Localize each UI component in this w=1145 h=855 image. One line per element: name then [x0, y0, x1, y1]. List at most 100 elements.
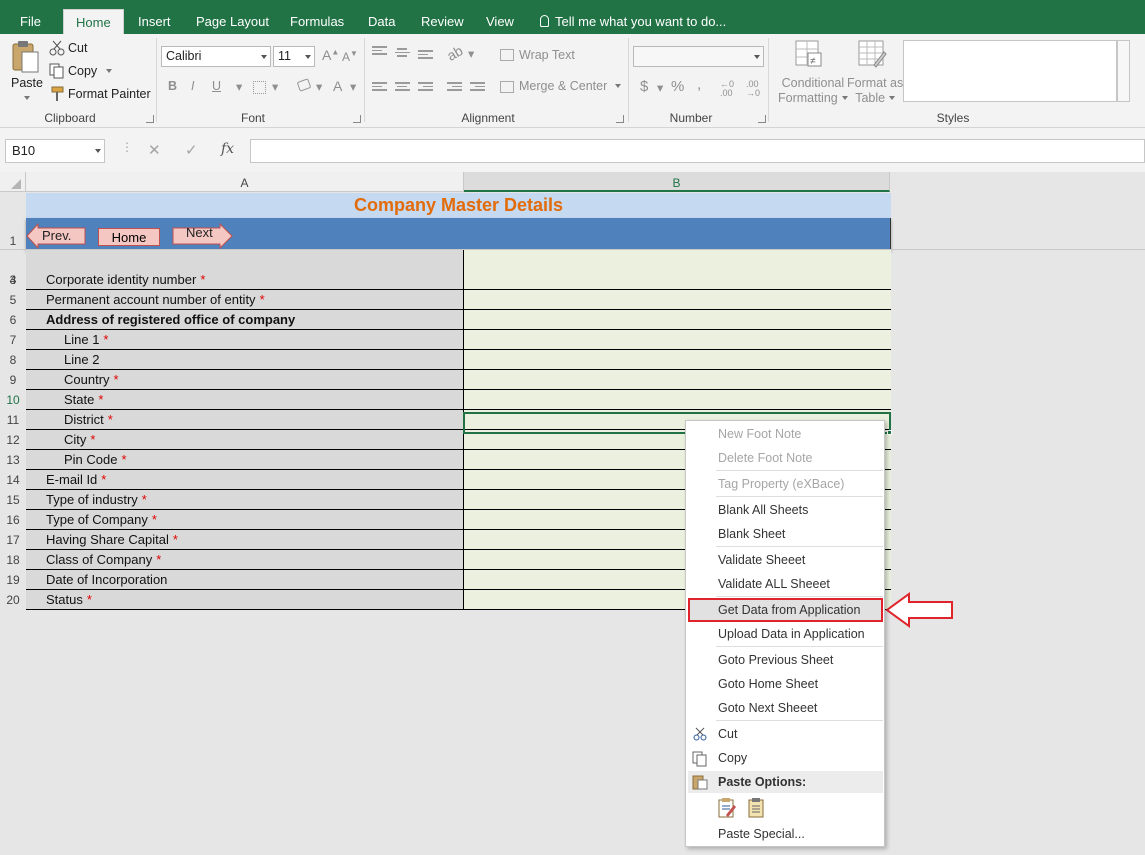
- cut-button[interactable]: Cut: [68, 41, 87, 55]
- percent-button[interactable]: %: [671, 78, 684, 95]
- menu-blank-sheet[interactable]: Blank Sheet: [686, 523, 884, 545]
- menu-cut[interactable]: Cut: [686, 723, 884, 745]
- prev-button[interactable]: Prev.: [42, 228, 71, 243]
- menu-delete-foot-note[interactable]: Delete Foot Note: [686, 447, 884, 469]
- row-header[interactable]: 14: [0, 473, 26, 487]
- number-launcher-icon[interactable]: [758, 115, 766, 123]
- styles-gallery-scroll[interactable]: [1117, 40, 1130, 102]
- align-left-icon[interactable]: [372, 82, 387, 94]
- borders-dropdown-icon[interactable]: ▾: [272, 79, 278, 94]
- tab-data[interactable]: Data: [368, 14, 395, 29]
- row-header[interactable]: 1: [0, 234, 26, 248]
- menu-validate-sheet[interactable]: Validate Sheeet: [686, 549, 884, 571]
- home-button[interactable]: Home: [98, 228, 160, 246]
- decrease-indent-icon[interactable]: [447, 82, 462, 94]
- paste-icon[interactable]: [10, 40, 40, 74]
- row-header[interactable]: 15: [0, 493, 26, 507]
- number-format-combo[interactable]: [633, 46, 764, 67]
- tab-view[interactable]: View: [486, 14, 514, 29]
- field-value-cell[interactable]: [464, 310, 891, 330]
- name-box[interactable]: B10: [5, 139, 105, 163]
- field-label-cell[interactable]: Address of registered office of company: [26, 310, 464, 330]
- font-name-combo[interactable]: Calibri: [161, 46, 271, 67]
- select-all-corner[interactable]: [0, 172, 26, 192]
- field-label-cell[interactable]: Having Share Capital *: [26, 530, 464, 550]
- field-label-cell[interactable]: Corporate identity number *: [26, 270, 464, 290]
- tell-me-box[interactable]: Tell me what you want to do...: [540, 14, 726, 29]
- field-label-cell[interactable]: Line 2: [26, 350, 464, 370]
- field-label-cell[interactable]: E-mail Id *: [26, 470, 464, 490]
- align-right-icon[interactable]: [418, 82, 433, 94]
- row-header[interactable]: 16: [0, 513, 26, 527]
- clipboard-launcher-icon[interactable]: [146, 115, 154, 123]
- field-label-cell[interactable]: City *: [26, 430, 464, 450]
- menu-validate-all-sheet[interactable]: Validate ALL Sheeet: [686, 573, 884, 595]
- bold-button[interactable]: B: [168, 79, 177, 93]
- tab-insert[interactable]: Insert: [138, 14, 171, 29]
- conditional-formatting-button[interactable]: Conditional Formatting: [778, 76, 848, 106]
- increase-decimal-icon[interactable]: ←0.00: [720, 80, 734, 98]
- alignment-launcher-icon[interactable]: [616, 115, 624, 123]
- borders-icon[interactable]: [253, 81, 266, 94]
- menu-goto-home-sheet[interactable]: Goto Home Sheet: [686, 673, 884, 695]
- menu-get-data-from-application[interactable]: Get Data from Application: [686, 599, 884, 621]
- currency-dropdown-icon[interactable]: ▾: [657, 80, 663, 95]
- row-header[interactable]: 17: [0, 533, 26, 547]
- insert-function-icon[interactable]: fx: [221, 141, 234, 157]
- orientation-dropdown-icon[interactable]: ▾: [468, 46, 474, 61]
- paste-dropdown-icon[interactable]: [24, 96, 30, 100]
- font-color-icon[interactable]: A: [333, 78, 342, 94]
- cell-styles-gallery[interactable]: [903, 40, 1117, 102]
- field-label-cell[interactable]: District *: [26, 410, 464, 430]
- row-header[interactable]: 12: [0, 433, 26, 447]
- menu-blank-all-sheets[interactable]: Blank All Sheets: [686, 499, 884, 521]
- menu-paste-special[interactable]: Paste Special...: [686, 823, 884, 845]
- underline-dropdown-icon[interactable]: ▾: [236, 79, 242, 94]
- field-label-cell[interactable]: Class of Company *: [26, 550, 464, 570]
- row-header[interactable]: 18: [0, 553, 26, 567]
- next-button[interactable]: Next: [186, 225, 213, 240]
- row-header[interactable]: 8: [0, 353, 26, 367]
- currency-button[interactable]: $: [640, 78, 648, 95]
- formula-input[interactable]: [250, 139, 1145, 163]
- increase-font-icon[interactable]: A▲: [322, 47, 339, 63]
- menu-tag-property[interactable]: Tag Property (eXBace): [686, 473, 884, 495]
- menu-goto-next-sheet[interactable]: Goto Next Sheeet: [686, 697, 884, 719]
- paste-button[interactable]: Paste: [11, 76, 43, 90]
- menu-copy[interactable]: Copy: [686, 747, 884, 769]
- field-value-cell[interactable]: [464, 270, 891, 290]
- decrease-font-icon[interactable]: A▼: [342, 49, 358, 64]
- field-label-cell[interactable]: Type of Company *: [26, 510, 464, 530]
- increase-indent-icon[interactable]: [470, 82, 485, 94]
- bottom-align-icon[interactable]: [418, 50, 433, 62]
- top-align-icon[interactable]: [372, 46, 387, 58]
- column-header-b[interactable]: B: [464, 172, 890, 192]
- field-value-cell[interactable]: [464, 290, 891, 310]
- italic-button[interactable]: I: [191, 79, 194, 93]
- row-header[interactable]: 4: [0, 273, 26, 287]
- font-color-dropdown-icon[interactable]: ▾: [350, 79, 356, 94]
- row-header[interactable]: 10: [0, 393, 26, 407]
- copy-button[interactable]: Copy: [68, 64, 113, 78]
- row-header[interactable]: 20: [0, 593, 26, 607]
- paste-formatting-icon[interactable]: [716, 797, 738, 819]
- font-size-combo[interactable]: 11: [273, 46, 315, 67]
- comma-button[interactable]: ,: [697, 76, 701, 93]
- field-label-cell[interactable]: Country *: [26, 370, 464, 390]
- tab-file[interactable]: File: [20, 14, 41, 29]
- column-header-a[interactable]: A: [26, 172, 464, 192]
- row-header[interactable]: 9: [0, 373, 26, 387]
- tab-page-layout[interactable]: Page Layout: [196, 14, 269, 29]
- decrease-decimal-icon[interactable]: .00 →0: [746, 80, 760, 98]
- menu-upload-data-in-application[interactable]: Upload Data in Application: [686, 623, 884, 645]
- row-header[interactable]: 7: [0, 333, 26, 347]
- tab-home[interactable]: Home: [63, 9, 124, 35]
- format-as-table-button[interactable]: Format as Table: [847, 76, 903, 106]
- fill-dropdown-icon[interactable]: ▾: [316, 79, 322, 94]
- align-center-icon[interactable]: [395, 82, 410, 94]
- fill-handle[interactable]: [887, 430, 892, 435]
- field-label-cell[interactable]: Type of industry *: [26, 490, 464, 510]
- field-label-cell[interactable]: Line 1 *: [26, 330, 464, 350]
- field-label-cell[interactable]: Permanent account number of entity *: [26, 290, 464, 310]
- tab-formulas[interactable]: Formulas: [290, 14, 344, 29]
